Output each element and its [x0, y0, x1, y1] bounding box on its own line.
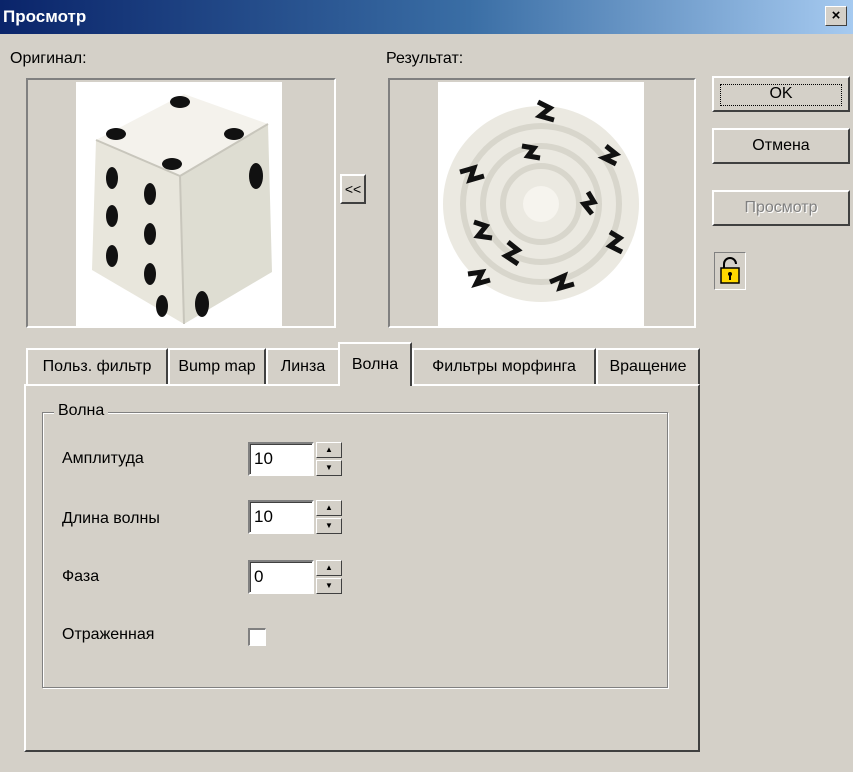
tab-wave[interactable]: Волна: [338, 342, 412, 386]
original-label: Оригинал:: [10, 50, 87, 67]
original-image: [76, 82, 282, 326]
original-preview-frame: [26, 78, 336, 328]
amplitude-input[interactable]: [248, 442, 314, 476]
tab-rotation[interactable]: Вращение: [596, 348, 700, 384]
phase-input[interactable]: [248, 560, 314, 594]
lock-icon: [720, 257, 740, 284]
tab-morph-filters[interactable]: Фильтры морфинга: [412, 348, 596, 384]
ok-button[interactable]: OK: [712, 76, 850, 112]
result-preview-frame: [388, 78, 696, 328]
wave-group-title: Волна: [54, 402, 109, 420]
title-bar: Просмотр ×: [0, 0, 853, 34]
close-icon: ×: [831, 7, 841, 24]
copy-result-button[interactable]: <<: [340, 174, 366, 204]
tab-lens[interactable]: Линза: [266, 348, 340, 384]
ok-button-label: OK: [720, 84, 842, 106]
preview-button[interactable]: Просмотр: [712, 190, 850, 226]
wavelength-label: Длина волны: [62, 510, 160, 527]
tab-custom-filter[interactable]: Польз. фильтр: [26, 348, 168, 384]
wavelength-input[interactable]: [248, 500, 314, 534]
spin-up-icon[interactable]: ▲: [316, 560, 342, 576]
spin-down-icon[interactable]: ▼: [316, 460, 342, 476]
lock-button[interactable]: [714, 252, 746, 290]
wave-result-image: [443, 99, 639, 302]
amplitude-label: Амплитуда: [62, 450, 144, 467]
amplitude-spinner[interactable]: ▲ ▼: [316, 442, 342, 476]
result-image: [438, 82, 644, 326]
dice-image: [92, 94, 272, 325]
wavelength-spinner[interactable]: ▲ ▼: [316, 500, 342, 534]
window-title: Просмотр: [3, 7, 87, 26]
spin-down-icon[interactable]: ▼: [316, 578, 342, 594]
spin-up-icon[interactable]: ▲: [316, 500, 342, 516]
phase-label: Фаза: [62, 568, 100, 585]
reflected-label: Отраженная: [62, 626, 155, 643]
tab-bump-map[interactable]: Bump map: [168, 348, 266, 384]
cancel-button[interactable]: Отмена: [712, 128, 850, 164]
spin-up-icon[interactable]: ▲: [316, 442, 342, 458]
result-label: Результат:: [386, 50, 464, 67]
spin-down-icon[interactable]: ▼: [316, 518, 342, 534]
close-button[interactable]: ×: [825, 6, 847, 26]
phase-spinner[interactable]: ▲ ▼: [316, 560, 342, 594]
reflected-checkbox[interactable]: [248, 628, 266, 646]
